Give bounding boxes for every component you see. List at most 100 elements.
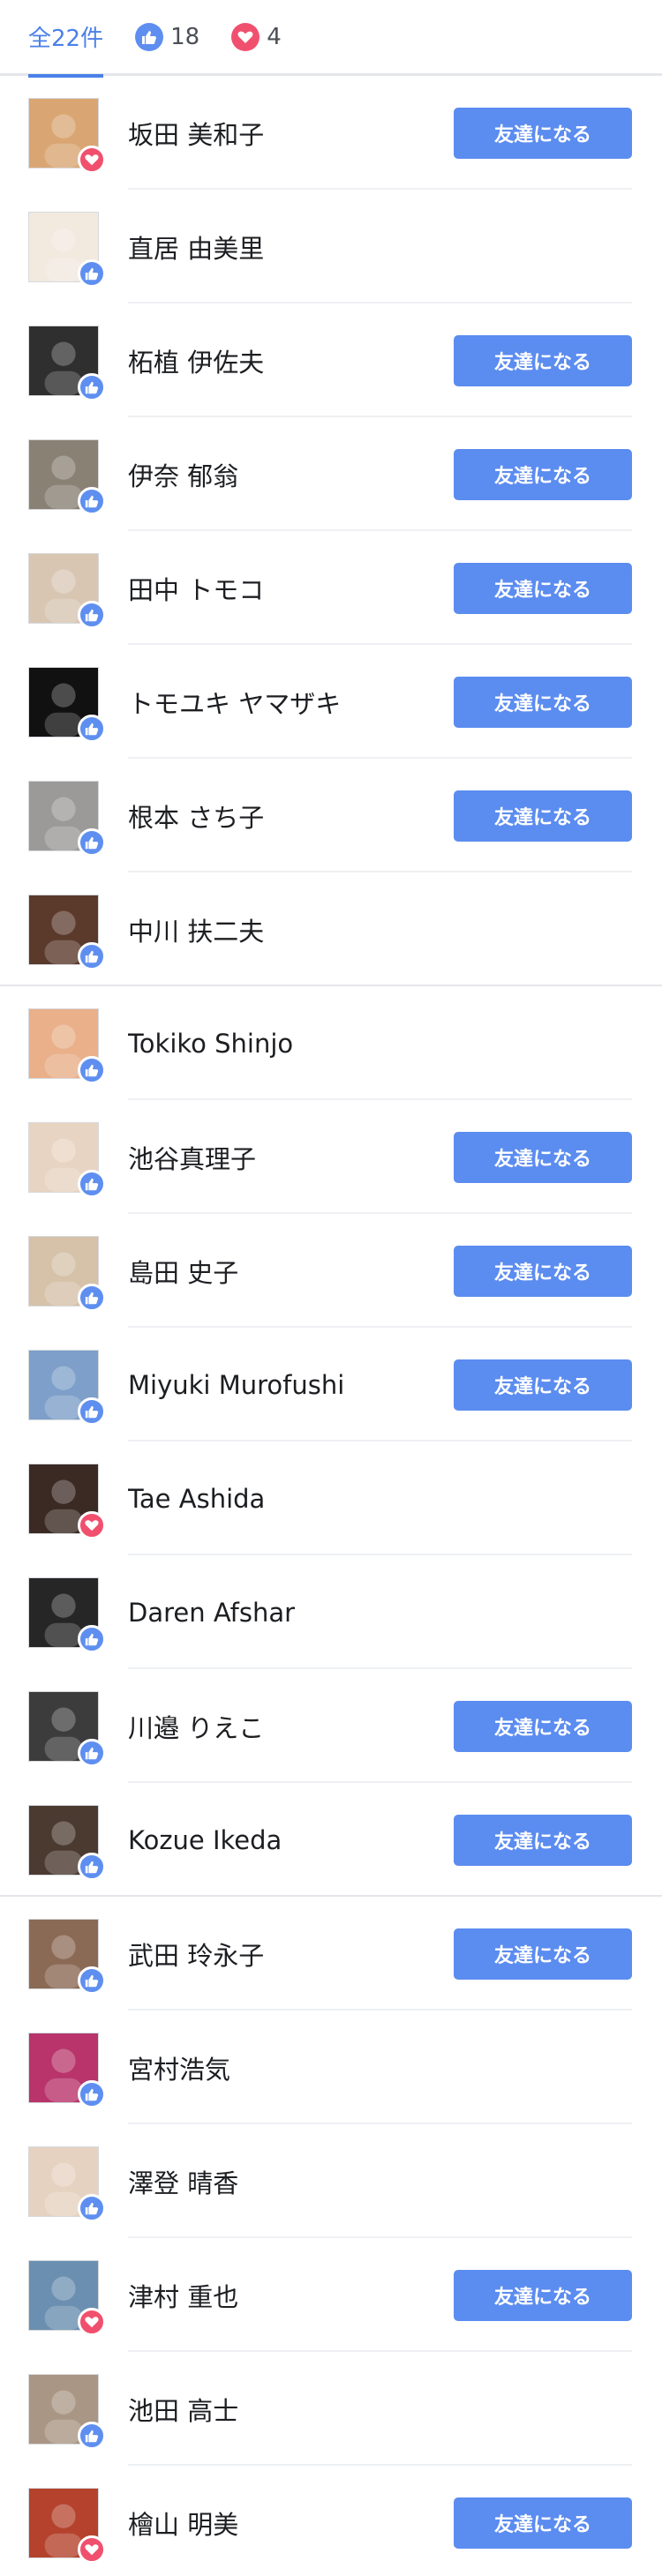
person-name[interactable]: 武田 玲永子 — [128, 1936, 454, 1973]
avatar[interactable] — [28, 780, 106, 857]
list-item[interactable]: 澤登 晴香 — [0, 2124, 662, 2238]
thumbs-up-icon — [78, 1169, 106, 1198]
person-name[interactable]: Kozue Ikeda — [128, 1825, 454, 1855]
person-name[interactable]: 伊奈 郁翁 — [128, 456, 454, 493]
person-name[interactable]: Miyuki Murofushi — [128, 1370, 454, 1400]
reactor-list: 坂田 美和子 友達になる 直居 由美里 柘植 伊佐夫 友達になる 伊奈 郁翁 友達になる 田中… — [0, 76, 662, 2576]
avatar[interactable] — [28, 1804, 106, 1881]
add-friend-button[interactable]: 友達になる — [454, 107, 632, 159]
person-name[interactable]: 池谷真理子 — [128, 1139, 454, 1176]
list-item[interactable]: 坂田 美和子 友達になる — [0, 76, 662, 190]
add-friend-button[interactable]: 友達になる — [454, 448, 632, 500]
add-friend-button[interactable]: 友達になる — [454, 2269, 632, 2321]
person-name[interactable]: 津村 重也 — [128, 2277, 454, 2314]
person-name[interactable]: 直居 由美里 — [128, 228, 632, 266]
tab-love-count: 4 — [267, 23, 282, 50]
list-item[interactable]: 中川 扶二夫 — [0, 872, 662, 986]
thumbs-up-icon — [78, 1397, 106, 1426]
person-name[interactable]: Daren Afshar — [128, 1598, 632, 1628]
thumbs-up-icon — [78, 1624, 106, 1653]
avatar[interactable] — [28, 1235, 106, 1312]
avatar[interactable] — [28, 1690, 106, 1767]
list-item[interactable]: Daren Afshar — [0, 1555, 662, 1669]
add-friend-button[interactable]: 友達になる — [454, 334, 632, 386]
list-item[interactable]: 柘植 伊佐夫 友達になる — [0, 303, 662, 417]
tab-all[interactable]: 全22件 — [28, 0, 104, 78]
list-item[interactable]: 檜山 明美 友達になる — [0, 2466, 662, 2576]
person-name[interactable]: トモユキ ヤマザキ — [128, 684, 454, 721]
heart-icon — [78, 2535, 106, 2564]
thumbs-up-icon — [78, 1283, 106, 1312]
person-name[interactable]: Tae Ashida — [128, 1484, 632, 1514]
tab-love[interactable]: 4 — [231, 0, 282, 75]
add-friend-button[interactable]: 友達になる — [454, 1359, 632, 1411]
add-friend-button[interactable]: 友達になる — [454, 790, 632, 842]
list-item[interactable]: 池田 高士 — [0, 2352, 662, 2466]
add-friend-button[interactable]: 友達になる — [454, 1245, 632, 1297]
thumbs-up-icon — [135, 22, 164, 51]
avatar[interactable] — [28, 438, 106, 515]
list-item[interactable]: Kozue Ikeda 友達になる — [0, 1783, 662, 1897]
list-item[interactable]: 川邉 りえこ 友達になる — [0, 1669, 662, 1783]
person-name[interactable]: 坂田 美和子 — [128, 115, 454, 152]
avatar[interactable] — [28, 2259, 106, 2336]
list-item[interactable]: Tokiko Shinjo — [0, 986, 662, 1100]
avatar[interactable] — [28, 1349, 106, 1426]
add-friend-button[interactable]: 友達になる — [454, 1131, 632, 1183]
avatar[interactable] — [28, 552, 106, 629]
person-name[interactable]: 檜山 明美 — [128, 2505, 454, 2542]
add-friend-button[interactable]: 友達になる — [454, 676, 632, 728]
thumbs-up-icon — [78, 714, 106, 743]
list-item[interactable]: Miyuki Murofushi 友達になる — [0, 1328, 662, 1442]
avatar[interactable] — [28, 894, 106, 970]
person-name[interactable]: 川邉 りえこ — [128, 1708, 454, 1745]
avatar[interactable] — [28, 1121, 106, 1198]
add-friend-button[interactable]: 友達になる — [454, 2497, 632, 2549]
heart-icon — [231, 22, 260, 51]
add-friend-button[interactable]: 友達になる — [454, 1928, 632, 1980]
avatar[interactable] — [28, 97, 106, 174]
person-name[interactable]: Tokiko Shinjo — [128, 1029, 632, 1059]
list-item[interactable]: 直居 由美里 — [0, 190, 662, 303]
person-name[interactable]: 根本 さち子 — [128, 798, 454, 835]
list-item[interactable]: 武田 玲永子 友達になる — [0, 1897, 662, 2011]
avatar[interactable] — [28, 211, 106, 288]
avatar[interactable] — [28, 2373, 106, 2450]
reaction-tabs: 全22件 18 4 — [0, 0, 662, 78]
avatar[interactable] — [28, 1007, 106, 1084]
person-name[interactable]: 澤登 晴香 — [128, 2163, 632, 2200]
avatar[interactable] — [28, 325, 106, 401]
list-item[interactable]: 島田 史子 友達になる — [0, 1214, 662, 1328]
person-name[interactable]: 池田 高士 — [128, 2391, 632, 2428]
thumbs-up-icon — [78, 1966, 106, 1995]
add-friend-button[interactable]: 友達になる — [454, 562, 632, 614]
list-item[interactable]: 池谷真理子 友達になる — [0, 1100, 662, 1214]
avatar[interactable] — [28, 1576, 106, 1653]
add-friend-button[interactable]: 友達になる — [454, 1814, 632, 1866]
list-item[interactable]: 宮村浩気 — [0, 2011, 662, 2124]
thumbs-up-icon — [78, 827, 106, 857]
person-name[interactable]: 島田 史子 — [128, 1253, 454, 1290]
avatar[interactable] — [28, 2487, 106, 2564]
list-item[interactable]: 根本 さち子 友達になる — [0, 759, 662, 872]
list-item[interactable]: 津村 重也 友達になる — [0, 2238, 662, 2352]
thumbs-up-icon — [78, 1055, 106, 1084]
person-name[interactable]: 中川 扶二夫 — [128, 911, 632, 948]
thumbs-up-icon — [78, 486, 106, 515]
add-friend-button[interactable]: 友達になる — [454, 1700, 632, 1752]
person-name[interactable]: 田中 トモコ — [128, 570, 454, 607]
avatar[interactable] — [28, 1463, 106, 1539]
person-name[interactable]: 柘植 伊佐夫 — [128, 342, 454, 379]
avatar[interactable] — [28, 1918, 106, 1995]
person-name[interactable]: 宮村浩気 — [128, 2049, 632, 2086]
tab-like[interactable]: 18 — [135, 0, 199, 75]
thumbs-up-icon — [78, 941, 106, 970]
avatar[interactable] — [28, 2032, 106, 2108]
list-item[interactable]: トモユキ ヤマザキ 友達になる — [0, 645, 662, 759]
tab-all-label: 全22件 — [28, 26, 104, 52]
list-item[interactable]: 伊奈 郁翁 友達になる — [0, 417, 662, 531]
list-item[interactable]: Tae Ashida — [0, 1442, 662, 1555]
avatar[interactable] — [28, 666, 106, 743]
list-item[interactable]: 田中 トモコ 友達になる — [0, 531, 662, 645]
avatar[interactable] — [28, 2145, 106, 2222]
